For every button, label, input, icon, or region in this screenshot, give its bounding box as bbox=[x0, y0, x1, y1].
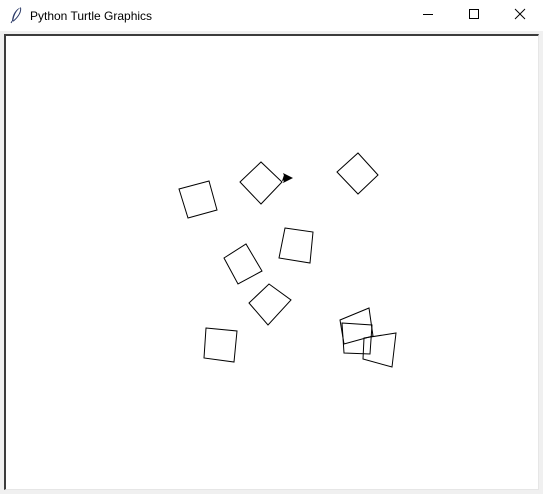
drawn-square bbox=[223, 243, 263, 285]
title-bar[interactable]: Python Turtle Graphics bbox=[0, 0, 543, 31]
minimize-icon bbox=[422, 7, 434, 25]
close-icon bbox=[514, 7, 526, 25]
maximize-icon bbox=[468, 7, 480, 25]
drawn-square bbox=[203, 327, 238, 363]
close-button[interactable] bbox=[497, 0, 543, 31]
turtle-window: Python Turtle Graphics bbox=[0, 0, 543, 494]
drawn-square bbox=[178, 180, 218, 219]
drawn-square bbox=[248, 283, 292, 326]
minimize-button[interactable] bbox=[405, 0, 451, 31]
drawing-surface bbox=[178, 152, 397, 368]
window-title: Python Turtle Graphics bbox=[30, 9, 153, 23]
drawn-square bbox=[278, 227, 314, 264]
turtle-canvas[interactable] bbox=[6, 36, 538, 489]
turtle-canvas-frame bbox=[4, 34, 539, 490]
drawn-square bbox=[362, 332, 397, 368]
drawn-square bbox=[239, 161, 283, 205]
drawn-square bbox=[336, 152, 379, 195]
feather-icon bbox=[8, 6, 24, 24]
drawn-square bbox=[341, 322, 373, 355]
maximize-button[interactable] bbox=[451, 0, 497, 31]
turtle-cursor-icon bbox=[282, 173, 293, 183]
drawn-square bbox=[339, 307, 374, 345]
